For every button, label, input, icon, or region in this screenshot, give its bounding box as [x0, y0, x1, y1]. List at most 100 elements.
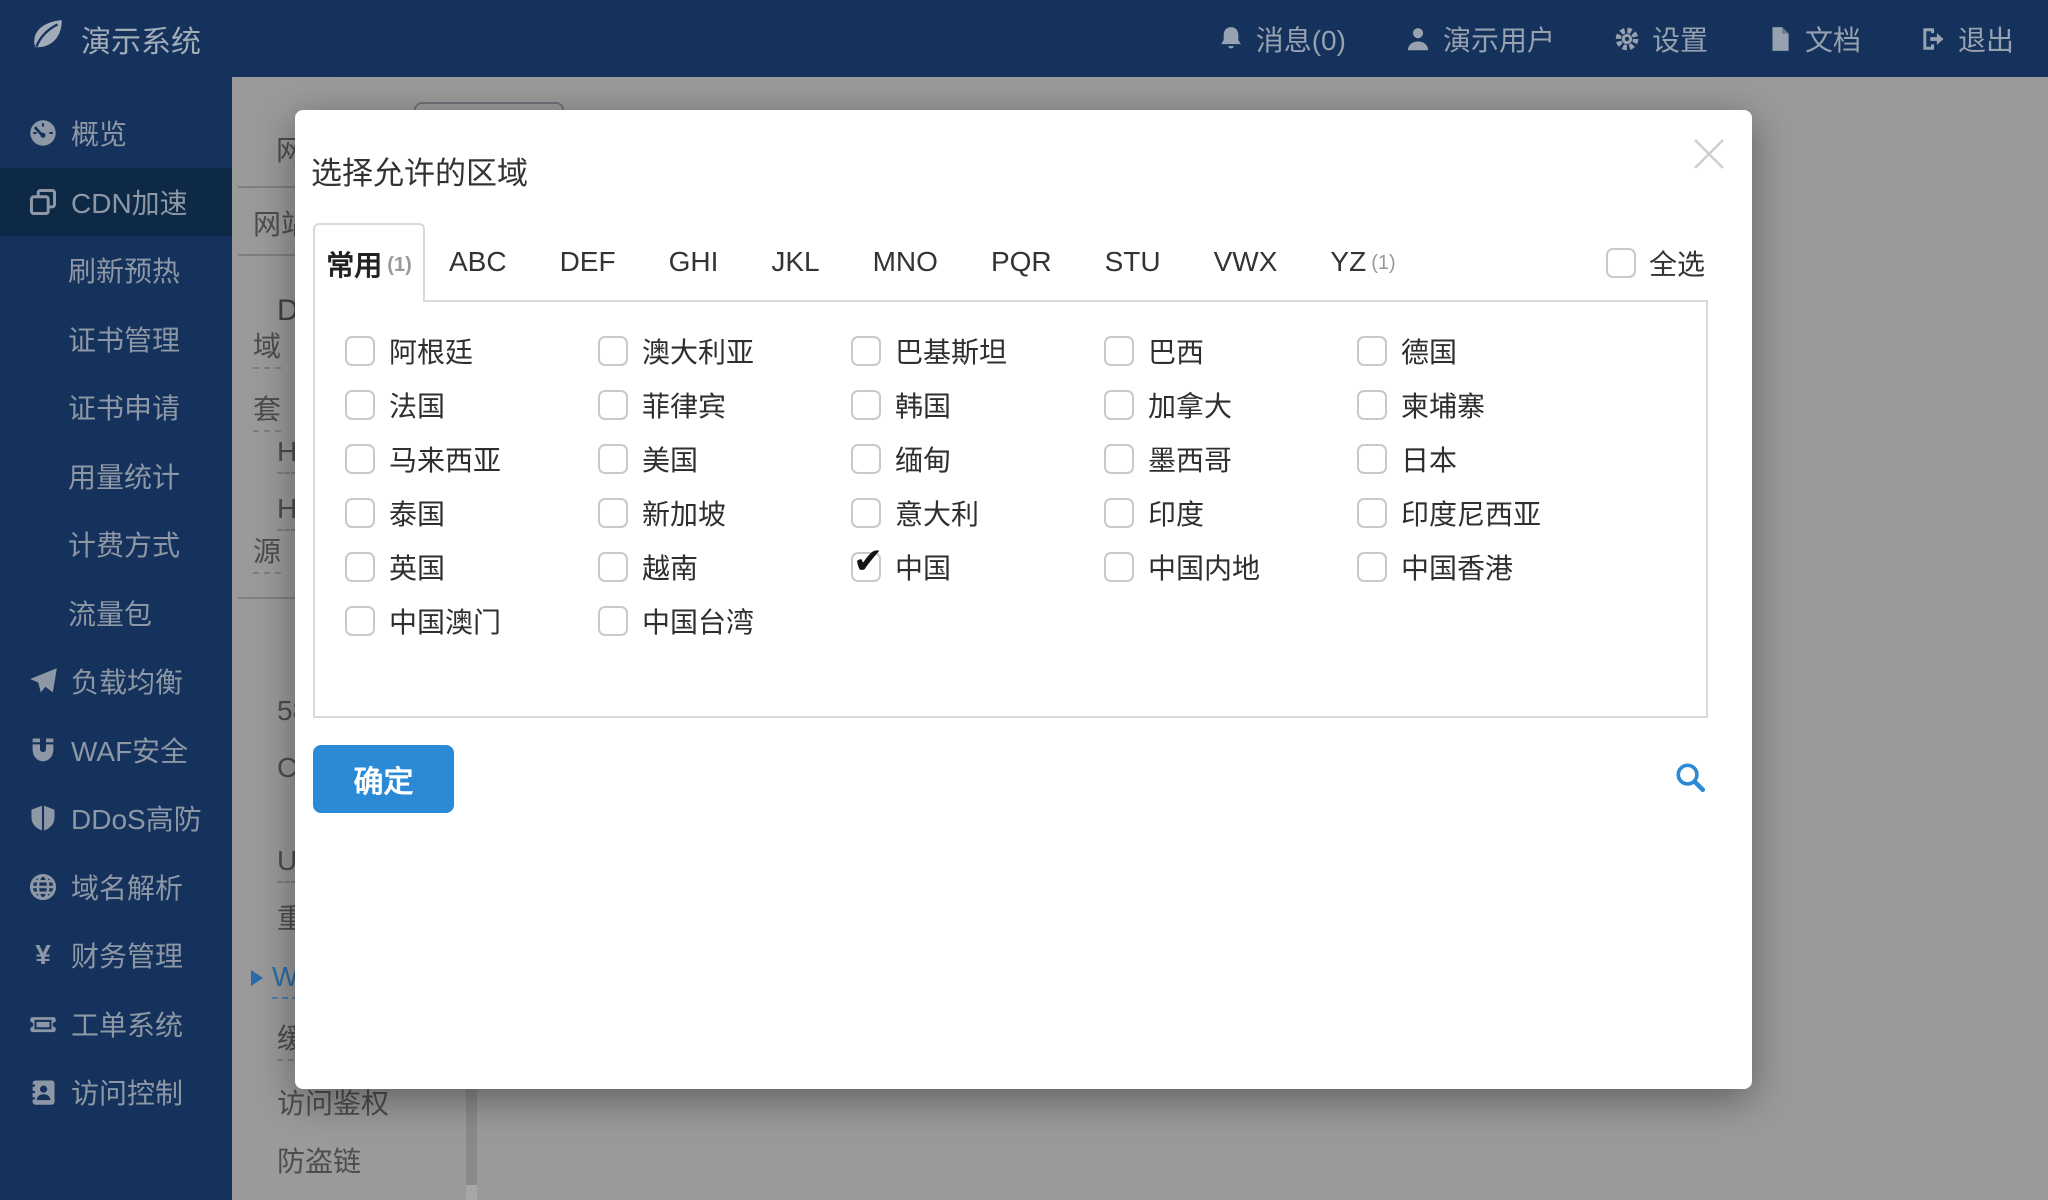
- sidebar-item[interactable]: 域名解析: [0, 853, 232, 922]
- region-tab[interactable]: DEF: [536, 223, 645, 300]
- checkbox[interactable]: ✔: [1104, 336, 1134, 366]
- topbar-item[interactable]: 文档: [1766, 19, 1861, 59]
- checkbox[interactable]: ✔: [345, 498, 375, 528]
- checkbox[interactable]: ✔: [851, 498, 881, 528]
- sidebar-item[interactable]: 计费方式: [0, 510, 232, 579]
- region-checkbox-item[interactable]: ✔ 墨西哥: [1104, 439, 1357, 479]
- region-checkbox-item[interactable]: ✔ 加拿大: [1104, 385, 1357, 425]
- search-icon[interactable]: [1674, 761, 1708, 795]
- sidebar-item[interactable]: 证书申请: [0, 373, 232, 442]
- region-checkbox-item[interactable]: ✔ 美国: [598, 439, 851, 479]
- region-checkbox-item[interactable]: ✔ 泰国: [345, 493, 598, 533]
- region-checkbox-item[interactable]: ✔ 中国: [851, 543, 1104, 587]
- sidebar-item[interactable]: ¥ 财务管理: [0, 921, 232, 990]
- region-tab[interactable]: GHI: [645, 223, 748, 300]
- topbar-item[interactable]: 退出: [1919, 19, 2014, 59]
- region-checkbox-item[interactable]: ✔ 韩国: [851, 385, 1104, 425]
- sidebar-item[interactable]: DDoS高防: [0, 784, 232, 853]
- sidebar-item[interactable]: WAF安全: [0, 716, 232, 785]
- region-checkbox-item[interactable]: ✔ 澳大利亚: [598, 331, 851, 371]
- sidebar-item[interactable]: 工单系统: [0, 990, 232, 1059]
- background-text-fragment: W: [250, 961, 295, 999]
- region-label: 菲律宾: [642, 391, 727, 422]
- region-label: 中国台湾: [642, 607, 755, 638]
- checkbox[interactable]: ✔: [598, 498, 628, 528]
- sidebar-item[interactable]: 刷新预热: [0, 236, 232, 305]
- checkbox[interactable]: ✔: [1357, 336, 1387, 366]
- topbar-item[interactable]: 设置: [1613, 19, 1708, 59]
- region-checkbox-item[interactable]: ✔ 中国澳门: [345, 601, 598, 641]
- region-checkbox-item[interactable]: ✔ 德国: [1357, 331, 1610, 371]
- region-checkbox-item[interactable]: ✔ 阿根廷: [345, 331, 598, 371]
- checkbox[interactable]: ✔: [598, 390, 628, 420]
- background-submenu-item: 访问鉴权: [277, 1088, 390, 1119]
- region-tab[interactable]: STU: [1081, 223, 1190, 300]
- checkbox[interactable]: ✔: [598, 606, 628, 636]
- checkbox[interactable]: ✔: [345, 390, 375, 420]
- dialog-title: 选择允许的区域: [311, 156, 528, 191]
- checkbox[interactable]: ✔: [1357, 498, 1387, 528]
- checkbox[interactable]: ✔: [345, 552, 375, 582]
- region-tab[interactable]: JKL: [747, 223, 848, 300]
- checkbox[interactable]: ✔: [1357, 444, 1387, 474]
- checkbox[interactable]: ✔: [1357, 390, 1387, 420]
- region-checkbox-item[interactable]: ✔ 印度: [1104, 493, 1357, 533]
- checkbox[interactable]: ✔: [851, 543, 883, 582]
- region-tab[interactable]: MNO: [849, 223, 967, 300]
- region-checkbox-item[interactable]: ✔ 菲律宾: [598, 385, 851, 425]
- region-checkbox-item[interactable]: ✔ 法国: [345, 385, 598, 425]
- sidebar-item[interactable]: 证书管理: [0, 305, 232, 374]
- region-checkbox-item[interactable]: ✔ 缅甸: [851, 439, 1104, 479]
- checkbox[interactable]: ✔: [1104, 390, 1134, 420]
- region-checkbox-item[interactable]: ✔ 马来西亚: [345, 439, 598, 479]
- region-checkbox-item[interactable]: ✔ 印度尼西亚: [1357, 493, 1610, 533]
- checkbox[interactable]: ✔: [851, 390, 881, 420]
- region-checkbox-item[interactable]: ✔ 意大利: [851, 493, 1104, 533]
- checkbox[interactable]: ✔: [851, 444, 881, 474]
- sidebar-item[interactable]: 负载均衡: [0, 647, 232, 716]
- checkbox[interactable]: ✔: [1104, 498, 1134, 528]
- region-checkbox-item[interactable]: ✔ 越南: [598, 547, 851, 587]
- logout-icon: [1919, 25, 1947, 53]
- checkbox[interactable]: ✔: [851, 336, 881, 366]
- region-tab[interactable]: 常用 (1): [313, 223, 425, 302]
- checkbox[interactable]: ✔: [1104, 552, 1134, 582]
- region-checkbox-item[interactable]: ✔ 巴基斯坦: [851, 331, 1104, 371]
- sidebar-item[interactable]: 流量包: [0, 579, 232, 648]
- checkbox[interactable]: ✔: [345, 606, 375, 636]
- region-tab[interactable]: PQR: [967, 223, 1081, 300]
- checkbox[interactable]: ✔: [598, 552, 628, 582]
- sidebar-item[interactable]: 访问控制: [0, 1058, 232, 1127]
- region-checkbox-item[interactable]: ✔ 中国内地: [1104, 547, 1357, 587]
- topbar-item[interactable]: 演示用户: [1404, 19, 1555, 59]
- checkbox[interactable]: ✔: [598, 336, 628, 366]
- region-tab[interactable]: YZ (1): [1306, 223, 1419, 300]
- region-tab[interactable]: ABC: [425, 223, 536, 300]
- checkbox[interactable]: ✔: [1357, 552, 1387, 582]
- checkbox[interactable]: ✔: [345, 444, 375, 474]
- close-icon[interactable]: [1691, 136, 1727, 172]
- leaf-icon: [30, 17, 66, 61]
- region-checkbox-item[interactable]: ✔ 中国香港: [1357, 547, 1610, 587]
- sidebar-item[interactable]: 用量统计: [0, 442, 232, 511]
- region-checkbox-item[interactable]: ✔ 日本: [1357, 439, 1610, 479]
- checkbox[interactable]: ✔: [1104, 444, 1134, 474]
- sidebar-item[interactable]: CDN加速: [0, 167, 232, 236]
- app-logo[interactable]: 演示系统: [0, 17, 201, 61]
- region-checkbox-item[interactable]: ✔ 新加坡: [598, 493, 851, 533]
- region-checkbox-item[interactable]: ✔ 英国: [345, 547, 598, 587]
- region-checkbox-item[interactable]: ✔ 巴西: [1104, 331, 1357, 371]
- region-checkbox-item[interactable]: ✔ 中国台湾: [598, 601, 851, 641]
- topbar-item[interactable]: 消息(0): [1217, 19, 1346, 59]
- region-checkbox-item[interactable]: ✔ 柬埔寨: [1357, 385, 1610, 425]
- checkbox[interactable]: ✔: [1606, 248, 1636, 278]
- region-label: 印度: [1148, 499, 1205, 530]
- sidebar-item[interactable]: 概览: [0, 99, 232, 168]
- checkbox[interactable]: ✔: [598, 444, 628, 474]
- checkbox[interactable]: ✔: [345, 336, 375, 366]
- confirm-button[interactable]: 确定: [313, 745, 454, 813]
- ticket-icon: [28, 1009, 58, 1039]
- region-label: 泰国: [389, 499, 446, 530]
- region-tab[interactable]: VWX: [1190, 223, 1307, 300]
- select-all-checkbox[interactable]: ✔ 全选: [1606, 243, 1705, 283]
